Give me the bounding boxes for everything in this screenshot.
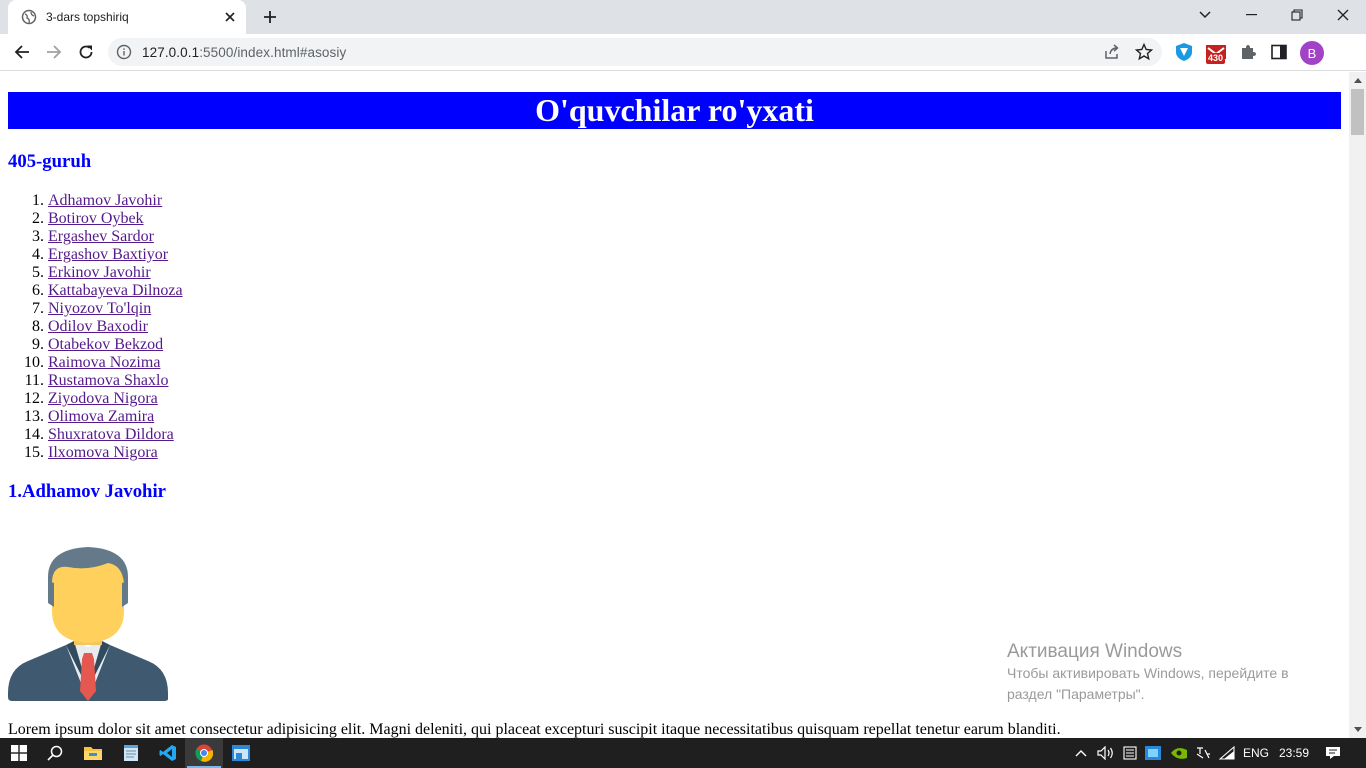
clock[interactable]: 23:59 (1276, 738, 1312, 768)
shield-extension-icon[interactable] (1173, 41, 1195, 63)
share-icon[interactable] (1102, 42, 1122, 62)
nvidia-icon[interactable] (1169, 738, 1189, 768)
globe-icon (21, 9, 37, 25)
student-link[interactable]: Erkinov Javohir (48, 264, 151, 281)
url-host: 127.0.0.1 (142, 45, 200, 60)
new-tab-button[interactable] (257, 5, 283, 29)
list-item: Niyozov To'lqin (48, 300, 1341, 318)
list-item: Ergashov Baxtiyor (48, 246, 1341, 264)
list-item: Odilov Baxodir (48, 318, 1341, 336)
tab-search-icon[interactable] (1182, 0, 1228, 30)
list-item: Ilxomova Nigora (48, 444, 1341, 462)
student-link[interactable]: Otabekov Bekzod (48, 336, 163, 353)
activation-line: раздел "Параметры". (1007, 686, 1145, 702)
wifi-icon[interactable] (1218, 738, 1236, 768)
close-window-button[interactable] (1320, 0, 1366, 30)
list-item: Kattabayeva Dilnoza (48, 282, 1341, 300)
windows-activation-watermark: Активация Windows Чтобы активировать Win… (1007, 641, 1289, 705)
vscode-icon[interactable] (149, 738, 187, 768)
side-panel-icon[interactable] (1268, 41, 1290, 63)
activation-title: Активация Windows (1007, 641, 1183, 662)
minimize-button[interactable] (1228, 0, 1274, 30)
page-viewport: O'quvchilar ro'yxati 405-guruh Adhamov J… (0, 72, 1349, 738)
list-item: Otabekov Bekzod (48, 336, 1341, 354)
search-icon[interactable] (36, 738, 74, 768)
list-item: Olimova Zamira (48, 408, 1341, 426)
student-link[interactable]: Odilov Baxodir (48, 318, 148, 335)
input-method-icon[interactable] (1194, 738, 1212, 768)
scroll-up-arrow-icon[interactable] (1349, 72, 1366, 89)
puzzle-extensions-icon[interactable] (1237, 41, 1259, 63)
list-item: Erkinov Javohir (48, 264, 1341, 282)
network-adapter-icon[interactable] (1121, 738, 1139, 768)
list-item: Raimova Nozima (48, 354, 1341, 372)
student-link[interactable]: Adhamov Javohir (48, 192, 162, 209)
tray-app-icon[interactable] (1144, 738, 1162, 768)
notepad-icon[interactable] (112, 738, 150, 768)
lorem-paragraph: Lorem ipsum dolor sit amet consectetur a… (8, 721, 1061, 738)
browser-tab[interactable]: 3-dars topshiriq (8, 0, 246, 34)
page-body: O'quvchilar ro'yxati 405-guruh Adhamov J… (0, 72, 1349, 738)
student-link[interactable]: Kattabayeva Dilnoza (48, 282, 183, 299)
notification-icon[interactable] (1322, 738, 1344, 768)
student-link[interactable]: Ergashev Sardor (48, 228, 154, 245)
forward-arrow-icon[interactable] (40, 38, 68, 66)
tray-chevron-up-icon[interactable] (1072, 738, 1090, 768)
student-link[interactable]: Ergashov Baxtiyor (48, 246, 168, 263)
student-heading: 1.Adhamov Javohir (8, 481, 166, 502)
app-window-icon[interactable] (222, 738, 260, 768)
list-item: Ziyodova Nigora (48, 390, 1341, 408)
reload-icon[interactable] (72, 38, 100, 66)
url-text: 127.0.0.1:5500/index.html#asosiy (142, 45, 346, 60)
student-link[interactable]: Rustamova Shaxlo (48, 372, 168, 389)
page-title: O'quvchilar ro'yxati (8, 92, 1341, 129)
taskbar: ENG 23:59 (0, 738, 1366, 768)
student-link[interactable]: Raimova Nozima (48, 354, 160, 371)
url-path: :5500/index.html#asosiy (199, 45, 347, 60)
browser-toolbar: 127.0.0.1:5500/index.html#asosiy (0, 34, 1366, 71)
vertical-scrollbar[interactable] (1349, 72, 1366, 738)
close-tab-icon[interactable] (220, 7, 240, 27)
file-explorer-icon[interactable] (74, 738, 112, 768)
address-bar[interactable]: 127.0.0.1:5500/index.html#asosiy (108, 38, 1162, 66)
list-item: Botirov Oybek (48, 210, 1341, 228)
list-item: Shuxratova Dildora (48, 426, 1341, 444)
back-arrow-icon[interactable] (8, 38, 36, 66)
tab-strip: 3-dars topshiriq (0, 0, 1366, 34)
bookmark-star-icon[interactable] (1134, 42, 1154, 62)
profile-avatar[interactable]: B (1300, 41, 1324, 65)
extension-badge: 430 (1206, 53, 1226, 64)
student-avatar-image (8, 547, 168, 701)
restore-button[interactable] (1274, 0, 1320, 30)
student-list: Adhamov Javohir Botirov Oybek Ergashev S… (8, 192, 1341, 462)
list-item: Ergashev Sardor (48, 228, 1341, 246)
list-item: Adhamov Javohir (48, 192, 1341, 210)
student-link[interactable]: Ziyodova Nigora (48, 390, 158, 407)
group-heading: 405-guruh (8, 151, 92, 172)
student-link[interactable]: Ilxomova Nigora (48, 444, 158, 461)
scroll-down-arrow-icon[interactable] (1349, 721, 1366, 738)
student-link[interactable]: Niyozov To'lqin (48, 300, 151, 317)
tab-title: 3-dars topshiriq (46, 10, 129, 24)
volume-icon[interactable] (1096, 738, 1116, 768)
windows-start-icon[interactable] (0, 738, 38, 768)
activation-line: Чтобы активировать Windows, перейдите в (1007, 665, 1289, 681)
student-link[interactable]: Olimova Zamira (48, 408, 154, 425)
site-info-icon[interactable] (116, 44, 132, 60)
language-indicator[interactable]: ENG (1240, 738, 1272, 768)
list-item: Rustamova Shaxlo (48, 372, 1341, 390)
chrome-taskbar-icon[interactable] (185, 738, 223, 768)
student-link[interactable]: Botirov Oybek (48, 210, 144, 227)
student-link[interactable]: Shuxratova Dildora (48, 426, 174, 443)
scrollbar-thumb[interactable] (1351, 89, 1364, 135)
